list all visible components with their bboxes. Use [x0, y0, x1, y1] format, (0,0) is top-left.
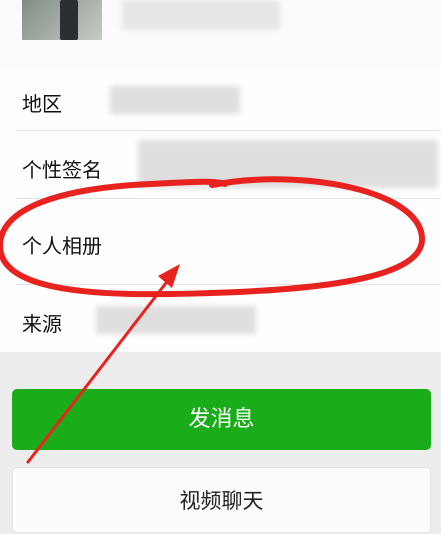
annotation-arrow-head — [158, 264, 180, 288]
annotation-arrow-line — [26, 268, 178, 464]
red-annotation-overlay — [0, 176, 426, 464]
annotation-circle — [0, 176, 426, 298]
